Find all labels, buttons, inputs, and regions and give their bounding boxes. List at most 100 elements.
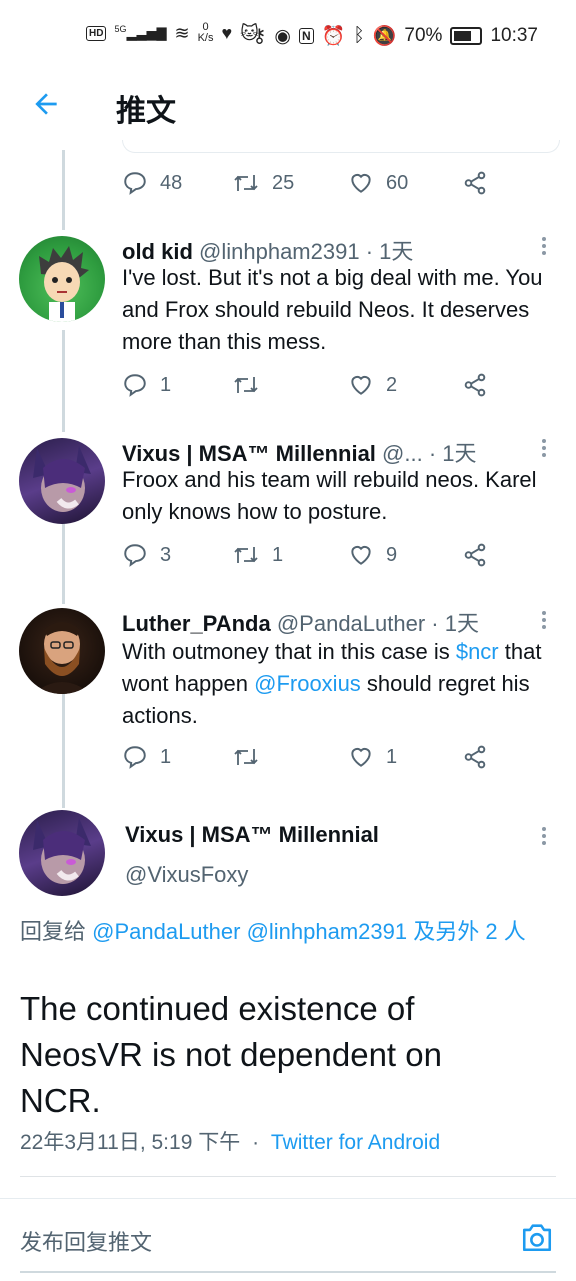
- thread-line: [62, 150, 65, 230]
- retweet-button[interactable]: 25: [232, 170, 294, 196]
- status-bar: HD 5G▂▃▅▇ ≋ 0 K/s ♥ 🐱 ⚷ ◉ N ⏰ ᛒ 🔕 70% 10:…: [0, 0, 576, 58]
- fox-character-avatar-icon: [33, 446, 91, 512]
- retweet-icon: [234, 547, 258, 563]
- reply-button[interactable]: 1: [122, 744, 171, 770]
- heart-icon: [351, 173, 371, 193]
- clock: 10:37: [490, 25, 538, 46]
- tweet-actions: 1 1: [122, 744, 502, 776]
- retweet-button[interactable]: [232, 744, 272, 770]
- timestamp: 1天: [444, 611, 479, 636]
- tweet-actions: 1 2: [122, 372, 502, 404]
- more-options-icon[interactable]: [542, 608, 548, 632]
- tweet-text: With outmoney that in this case is $ncr …: [122, 639, 542, 728]
- timestamp: 1天: [379, 239, 414, 264]
- share-icon: [464, 745, 486, 769]
- reply-button[interactable]: 3: [122, 542, 171, 568]
- replying-to: 回复给 @PandaLuther @linhpham2391 及另外 2 人: [20, 919, 526, 944]
- avatar[interactable]: [19, 810, 105, 896]
- reply-to-users-link[interactable]: @PandaLuther @linhpham2391 及另外 2 人: [92, 919, 526, 944]
- heart-icon: [351, 375, 371, 395]
- share-button[interactable]: [462, 372, 488, 398]
- retweet-icon: [234, 377, 258, 393]
- share-icon: [464, 543, 486, 567]
- thread-line: [62, 330, 65, 432]
- reply-icon: [124, 374, 146, 397]
- tweet-actions: 3 1 9: [122, 542, 502, 574]
- wifi-icon: ≋: [174, 22, 190, 43]
- tweet-header: Luther_PAnda @PandaLuther · 1天: [122, 606, 479, 638]
- reply-icon: [124, 172, 146, 195]
- bluetooth-icon: ᛒ: [353, 25, 365, 46]
- avatar[interactable]: [19, 438, 105, 524]
- more-options-icon[interactable]: [542, 234, 548, 258]
- handle[interactable]: @...: [382, 441, 423, 466]
- eye-icon: ◉: [274, 25, 291, 47]
- retweet-button[interactable]: [232, 372, 272, 398]
- share-button[interactable]: [462, 542, 488, 568]
- heart-icon: [351, 545, 371, 565]
- retweet-icon: [234, 175, 258, 191]
- cartoon-boy-avatar-icon: [39, 246, 89, 322]
- quoted-card-edge: [122, 140, 560, 153]
- fox-character-avatar-icon: [33, 818, 91, 884]
- cashtag-link[interactable]: $ncr: [456, 639, 499, 664]
- mention-link[interactable]: @Frooxius: [254, 671, 361, 696]
- mute-icon: 🔕: [372, 26, 397, 47]
- back-arrow-icon[interactable]: [30, 88, 62, 120]
- reply-icon: [124, 746, 146, 769]
- reply-icon: [124, 544, 146, 567]
- handle[interactable]: @linhpham2391: [199, 239, 360, 264]
- display-name[interactable]: Luther_PAnda: [122, 611, 271, 636]
- dot-separator: ·: [428, 441, 443, 466]
- battery-percent: 70%: [404, 25, 443, 46]
- signal-icon: 5G▂▃▅▇: [114, 24, 167, 41]
- share-icon: [464, 373, 486, 397]
- retweet-icon: [234, 749, 258, 765]
- like-button[interactable]: 1: [348, 744, 397, 770]
- tweet-actions: 48 25 60: [122, 170, 502, 202]
- hd-indicator: HD: [86, 25, 107, 41]
- composer-bottom-line: [20, 1271, 556, 1273]
- key-icon: ⚷: [252, 25, 267, 47]
- reply-input-placeholder[interactable]: 发布回复推文: [20, 1225, 152, 1257]
- handle[interactable]: @PandaLuther: [277, 611, 425, 636]
- battery-icon: [450, 27, 483, 45]
- retweet-button[interactable]: 1: [232, 542, 283, 568]
- divider: [20, 1176, 556, 1177]
- timestamp: 1天: [442, 441, 477, 466]
- tweet-source-link[interactable]: Twitter for Android: [271, 1131, 440, 1154]
- like-button[interactable]: 9: [348, 542, 397, 568]
- bearded-man-avatar-icon: [33, 622, 91, 694]
- display-name[interactable]: Vixus | MSA™ Millennial: [122, 441, 376, 466]
- main-tweet-text: The continued existence of NeosVR is not…: [20, 990, 442, 1119]
- tweet-text: Froox and his team will rebuild neos. Ka…: [122, 467, 537, 524]
- alarm-icon: ⏰: [321, 26, 346, 47]
- nfc-icon: N: [299, 28, 314, 44]
- like-button[interactable]: 2: [348, 372, 397, 398]
- heart-icon: [351, 747, 371, 767]
- like-button[interactable]: 60: [348, 170, 408, 196]
- dot-separator: ·: [431, 611, 445, 636]
- display-name[interactable]: Vixus | MSA™ Millennial: [125, 822, 379, 848]
- reply-button[interactable]: 1: [122, 372, 171, 398]
- tweet-datetime: 22年3月11日, 5:19 下午: [20, 1131, 241, 1154]
- share-button[interactable]: [462, 744, 488, 770]
- more-options-icon[interactable]: [542, 824, 548, 848]
- page-title: 推文: [116, 95, 176, 128]
- tweet-text: I've lost. But it's not a big deal with …: [122, 265, 543, 354]
- display-name[interactable]: old kid: [122, 239, 193, 264]
- tweet-timestamp-row: 22年3月11日, 5:19 下午 · Twitter for Android: [20, 1131, 441, 1154]
- dot-separator: ·: [365, 239, 380, 264]
- camera-icon[interactable]: [520, 1221, 554, 1253]
- share-button[interactable]: [462, 170, 488, 196]
- avatar[interactable]: [19, 608, 105, 694]
- avatar[interactable]: [19, 236, 105, 322]
- reply-button[interactable]: 48: [122, 170, 182, 196]
- network-speed: 0 K/s: [197, 21, 214, 44]
- heart-rate-icon: ♥: [221, 22, 233, 43]
- app-bar: 推文: [0, 58, 576, 150]
- more-options-icon[interactable]: [542, 436, 548, 460]
- share-icon: [464, 171, 486, 195]
- handle[interactable]: @VixusFoxy: [125, 862, 248, 888]
- reply-composer[interactable]: 发布回复推文: [0, 1198, 576, 1281]
